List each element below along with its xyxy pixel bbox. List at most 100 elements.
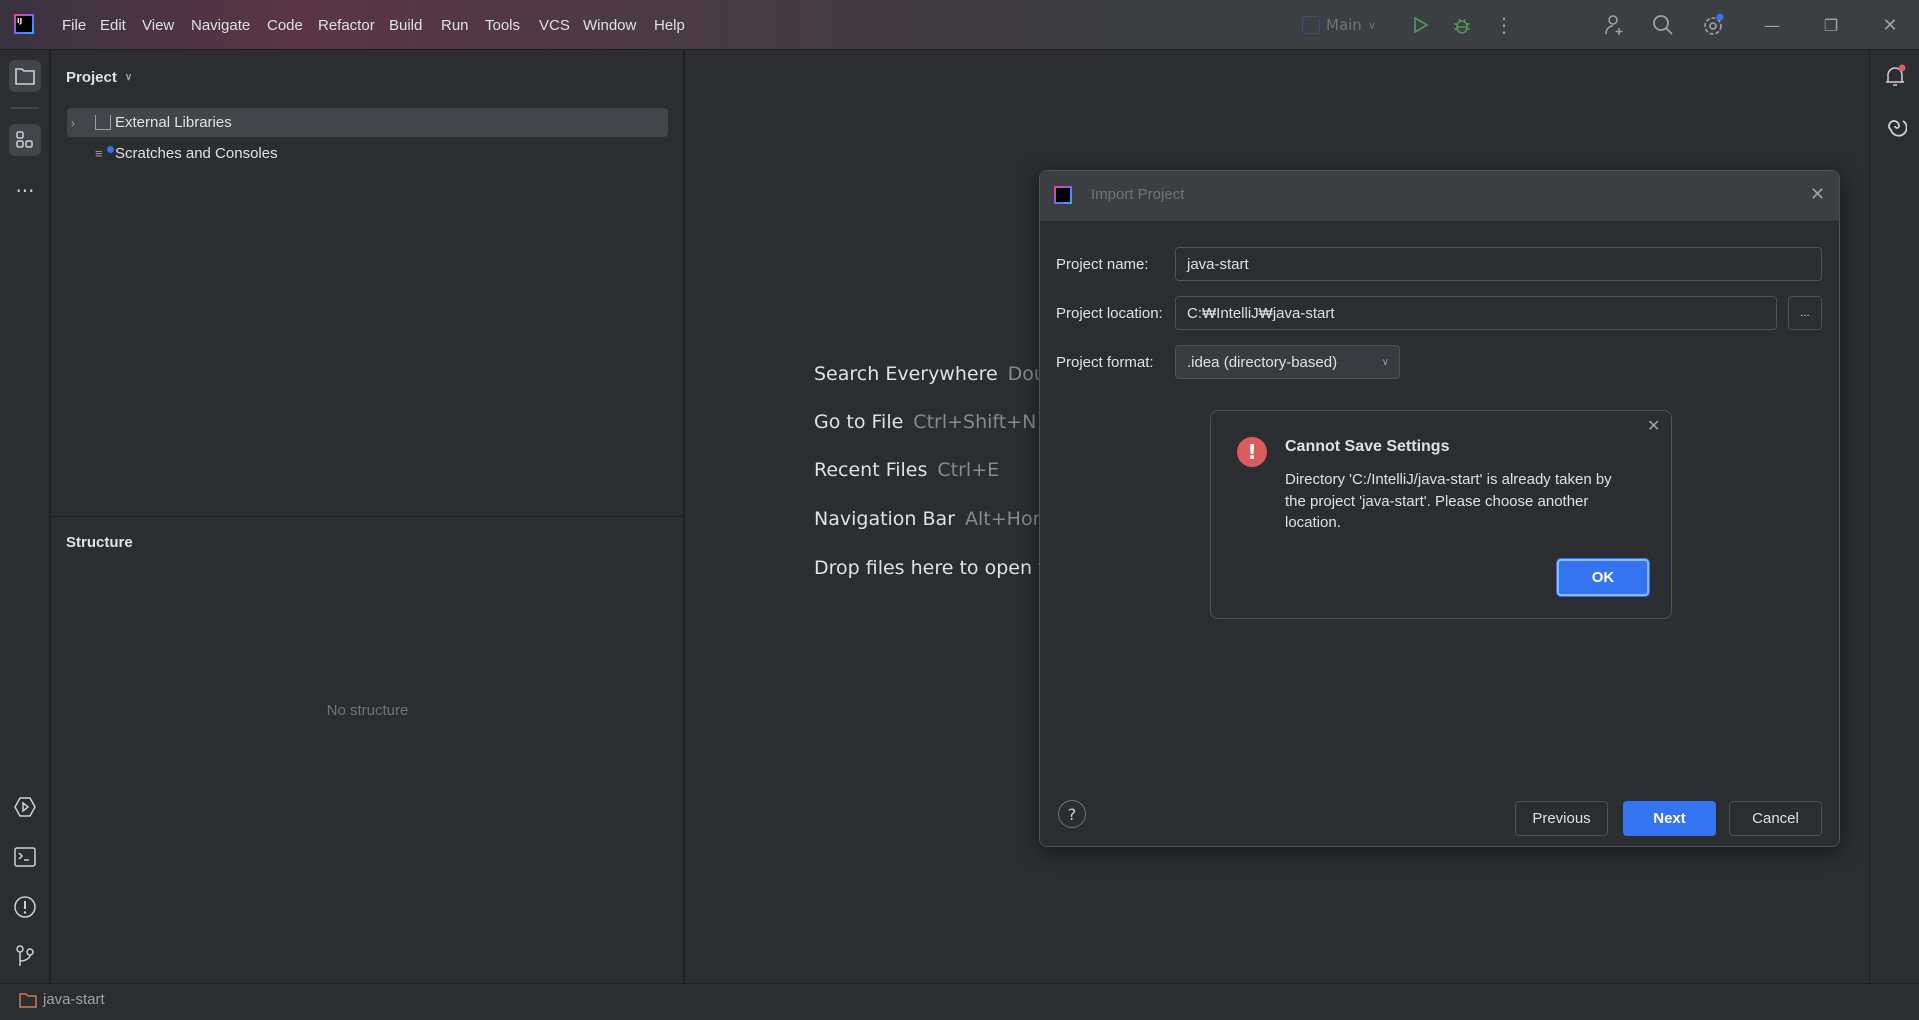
menu-run[interactable]: Run: [441, 17, 469, 34]
menu-view[interactable]: View: [142, 17, 174, 34]
services-icon: [14, 797, 36, 817]
hint-shortcut: Ctrl+Shift+N: [913, 411, 1037, 433]
library-icon: [95, 115, 111, 130]
project-panel-title: Project: [66, 69, 117, 86]
add-user-button[interactable]: [1602, 13, 1626, 37]
scratches-icon: ≡: [95, 146, 114, 161]
structure-tool-button[interactable]: [9, 124, 41, 156]
settings-button[interactable]: [1701, 13, 1725, 37]
hint-action: Navigation Bar: [814, 508, 956, 530]
project-name-label: Project name:: [1056, 256, 1149, 273]
left-tool-window-bar: ···: [0, 50, 50, 983]
status-bar: java-start: [0, 983, 1919, 1020]
terminal-tool-button[interactable]: [9, 841, 41, 873]
window-icon: [1302, 16, 1320, 34]
project-name-input[interactable]: java-start: [1175, 247, 1822, 281]
alert-message-line: the project 'java-start'. Please choose …: [1285, 493, 1589, 510]
menu-help[interactable]: Help: [654, 17, 685, 34]
project-view-selector[interactable]: Project ∨: [66, 69, 132, 86]
error-icon: !: [1237, 437, 1267, 467]
project-format-label: Project format:: [1056, 354, 1154, 371]
cancel-button[interactable]: Cancel: [1729, 801, 1822, 836]
bug-icon: [1454, 18, 1470, 34]
search-button[interactable]: [1651, 13, 1675, 37]
menu-navigate[interactable]: Navigate: [191, 17, 250, 34]
menu-vcs[interactable]: VCS: [539, 17, 570, 34]
chevron-down-icon: ∨: [1381, 356, 1389, 368]
app-logo: [1054, 186, 1072, 204]
bell-icon: [1886, 64, 1906, 86]
alert-message-line: Directory 'C:/IntelliJ/java-start' is al…: [1285, 471, 1612, 488]
structure-empty-text: No structure: [326, 702, 409, 719]
problems-icon: [14, 896, 36, 918]
editor-hint: Drop files here to open f: [814, 557, 1055, 579]
editor-hint: Recent Files Ctrl+E: [814, 459, 999, 481]
tree-item-label: External Libraries: [115, 114, 232, 131]
structure-panel-title: Structure: [66, 534, 133, 551]
terminal-icon: [14, 847, 36, 867]
close-alert-button[interactable]: ✕: [1647, 416, 1660, 435]
ai-assistant-button[interactable]: [1879, 110, 1911, 142]
tree-item-scratches[interactable]: ≡ Scratches and Consoles: [67, 139, 278, 168]
project-format-value: .idea (directory-based): [1187, 353, 1338, 371]
menu-build[interactable]: Build: [389, 17, 422, 34]
breadcrumb-project[interactable]: java-start: [19, 991, 105, 1008]
run-config-label: Main: [1326, 16, 1362, 34]
project-tool-button[interactable]: [9, 60, 41, 92]
git-tool-button[interactable]: [9, 940, 41, 972]
dialog-title: Import Project: [1091, 186, 1185, 203]
project-location-label: Project location:: [1056, 305, 1163, 322]
gear-icon: [1704, 13, 1724, 35]
close-window-button[interactable]: ✕: [1878, 13, 1902, 37]
folder-icon: [15, 68, 35, 85]
restore-button[interactable]: ❐: [1819, 13, 1843, 37]
project-panel: Project ∨ › External Libraries ≡ Scratch…: [51, 50, 684, 983]
menu-window[interactable]: Window: [583, 17, 636, 34]
more-tools-button[interactable]: ···: [9, 175, 41, 207]
add-user-icon: [1605, 15, 1623, 35]
menu-file[interactable]: File: [62, 17, 86, 34]
close-dialog-button[interactable]: ✕: [1810, 184, 1825, 205]
tree-item-external-libraries[interactable]: › External Libraries: [67, 108, 668, 137]
services-tool-button[interactable]: [9, 791, 41, 823]
debug-button[interactable]: [1450, 13, 1474, 37]
run-button[interactable]: [1408, 13, 1432, 37]
run-config-selector[interactable]: Main ∨: [1302, 14, 1376, 36]
help-button[interactable]: ?: [1058, 800, 1086, 828]
menu-edit[interactable]: Edit: [100, 17, 126, 34]
menu-code[interactable]: Code: [267, 17, 303, 34]
problems-tool-button[interactable]: [9, 891, 41, 923]
dialog-header[interactable]: Import Project ✕: [1040, 171, 1839, 221]
alert-title: Cannot Save Settings: [1285, 438, 1450, 455]
browse-button[interactable]: ...: [1788, 296, 1822, 330]
menu-refactor[interactable]: Refactor: [318, 17, 375, 34]
project-format-select[interactable]: .idea (directory-based) ∨: [1175, 345, 1400, 379]
project-location-input[interactable]: C:₩IntelliJ₩java-start: [1175, 296, 1777, 330]
chevron-down-icon: ∨: [1367, 18, 1376, 32]
chevron-right-icon[interactable]: ›: [71, 116, 87, 130]
tree-item-label: Scratches and Consoles: [115, 145, 278, 162]
right-tool-window-bar: [1869, 50, 1919, 983]
panel-divider[interactable]: [51, 516, 684, 517]
spiral-icon: [1888, 120, 1907, 137]
previous-button[interactable]: Previous: [1515, 801, 1608, 836]
editor-hint: Search Everywhere Doul: [814, 363, 1051, 385]
notifications-button[interactable]: [1879, 60, 1911, 92]
title-bar: IJ File Edit View Navigate Code Refactor…: [0, 0, 1919, 50]
hint-action: Search Everywhere: [814, 363, 998, 385]
project-name: java-start: [43, 991, 105, 1008]
cannot-save-settings-alert: ✕ ! Cannot Save Settings Directory 'C:/I…: [1210, 410, 1672, 619]
play-icon: [1414, 16, 1429, 34]
next-button[interactable]: Next: [1623, 801, 1716, 836]
more-button[interactable]: ⋮: [1492, 13, 1516, 37]
search-icon: [1653, 15, 1673, 35]
menu-tools[interactable]: Tools: [485, 17, 520, 34]
hint-action: Go to File: [814, 411, 904, 433]
ok-button[interactable]: OK: [1557, 559, 1649, 596]
editor-hint: Go to File Ctrl+Shift+N: [814, 411, 1036, 433]
editor-hint: Navigation Bar Alt+Hom: [814, 508, 1051, 530]
git-branch-icon: [16, 945, 34, 966]
hint-shortcut: Ctrl+E: [937, 459, 1000, 481]
minimize-button[interactable]: —: [1760, 13, 1784, 37]
app-logo: IJ: [14, 14, 34, 34]
